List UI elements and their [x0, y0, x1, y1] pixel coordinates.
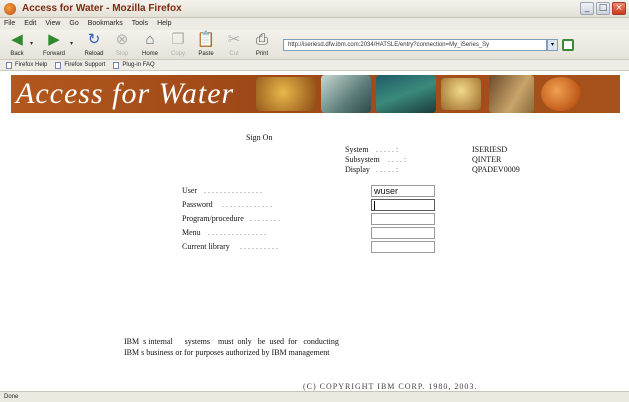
page-icon — [55, 61, 62, 69]
system-leader: . . . . . : — [376, 145, 399, 154]
program-label: Program/procedure — [182, 214, 244, 223]
password-label: Password — [182, 200, 213, 209]
bookmark-firefox-help[interactable]: Firefox Help — [6, 60, 47, 70]
banner-photo-stones — [256, 77, 316, 111]
stop-icon: ⊗ — [115, 31, 129, 48]
home-button[interactable]: ⌂ Home — [135, 31, 165, 58]
maximize-button[interactable]: □ — [596, 2, 610, 15]
forward-arrow-icon: ▶ — [48, 31, 60, 48]
forward-dropdown-icon[interactable]: ▾ — [70, 40, 73, 47]
system-value: ISERIESD — [472, 145, 508, 154]
stop-button[interactable]: ⊗ Stop — [107, 31, 137, 58]
window-title-bar: Access for Water - Mozilla Firefox _ □ × — [0, 0, 629, 18]
copy-button[interactable]: ❐ Copy — [163, 31, 193, 58]
menu-go[interactable]: Go — [69, 18, 78, 30]
navigation-toolbar: ◀ Back ▾ ▶ Forward ▾ ↻ Reload ⊗ Stop ⌂ H… — [0, 30, 629, 60]
close-button[interactable]: × — [612, 2, 626, 15]
status-bar: Done — [0, 391, 629, 402]
minimize-button[interactable]: _ — [580, 2, 594, 15]
text-cursor — [374, 201, 375, 210]
print-button[interactable]: ⎙ Print — [247, 31, 277, 58]
menu-view[interactable]: View — [45, 18, 60, 30]
signon-heading: Sign On — [246, 133, 273, 142]
print-icon: ⎙ — [255, 31, 268, 48]
library-input[interactable] — [371, 241, 435, 253]
subsystem-value: QINTER — [472, 155, 502, 164]
menu-label: Menu — [182, 228, 201, 237]
window-controls: _ □ × — [580, 2, 626, 15]
go-button[interactable] — [562, 39, 574, 51]
display-value: QPADEV0009 — [472, 165, 520, 174]
page-icon — [113, 61, 120, 69]
cut-icon: ✂ — [227, 31, 241, 48]
reload-icon: ↻ — [87, 31, 101, 48]
banner-photo-shells — [441, 78, 481, 110]
page-icon — [6, 61, 12, 69]
menu-file[interactable]: File — [4, 18, 15, 30]
menu-edit[interactable]: Edit — [24, 18, 36, 30]
notice-line-1: IBM s internal systems must only be used… — [124, 337, 339, 346]
menu-bar: File Edit View Go Bookmarks Tools Help — [0, 18, 629, 30]
bookmark-firefox-support[interactable]: Firefox Support — [55, 60, 105, 70]
copyright-text: (C) COPYRIGHT IBM CORP. 1980, 2003. — [303, 382, 478, 391]
banner-photo-wood — [489, 75, 534, 113]
paste-icon: 📋 — [196, 31, 216, 48]
menu-bookmarks[interactable]: Bookmarks — [88, 18, 123, 30]
program-input[interactable] — [371, 213, 435, 225]
copy-icon: ❐ — [171, 31, 185, 48]
subsystem-leader: . . . . : — [388, 155, 407, 164]
home-icon: ⌂ — [145, 31, 155, 48]
url-input[interactable]: http://iseriesd.dfw.ibm.com:2034/HATSLE/… — [283, 39, 547, 51]
user-leader: . . . . . . . . . . . . . . . — [204, 186, 262, 195]
menu-input[interactable] — [371, 227, 435, 239]
program-leader: . . . . . . . . — [250, 214, 280, 223]
user-label: User — [182, 186, 198, 195]
bookmark-plugin-faq[interactable]: Plug-in FAQ — [113, 60, 155, 70]
menu-tools[interactable]: Tools — [132, 18, 148, 30]
user-input[interactable]: wuser — [371, 185, 435, 197]
header-banner: Access for Water — [11, 75, 620, 113]
library-label: Current library — [182, 242, 230, 251]
banner-title: Access for Water — [16, 77, 235, 110]
banner-photo-sky — [321, 75, 371, 113]
back-button[interactable]: ◀ Back — [2, 31, 32, 58]
bookmarks-toolbar: Firefox Help Firefox Support Plug-in FAQ — [0, 60, 629, 71]
display-leader: . . . . . : — [376, 165, 399, 174]
banner-photo-ball — [541, 77, 581, 111]
firefox-icon — [4, 3, 16, 15]
back-dropdown-icon[interactable]: ▾ — [30, 40, 33, 47]
notice-line-2: IBM s business or for purposes authorize… — [124, 348, 330, 357]
url-dropdown-icon[interactable]: ▾ — [547, 39, 558, 51]
forward-button[interactable]: ▶ Forward — [39, 31, 69, 58]
window-title: Access for Water - Mozilla Firefox — [22, 3, 182, 14]
status-text: Done — [4, 394, 19, 400]
back-arrow-icon: ◀ — [11, 31, 23, 48]
system-label: System — [345, 145, 369, 154]
subsystem-label: Subsystem — [345, 155, 380, 164]
display-label: Display — [345, 165, 370, 174]
menu-help[interactable]: Help — [157, 18, 171, 30]
password-leader: . . . . . . . . . . . . . — [222, 200, 272, 209]
reload-button[interactable]: ↻ Reload — [79, 31, 109, 58]
library-leader: . . . . . . . . . . — [240, 242, 278, 251]
menu-leader: . . . . . . . . . . . . . . . — [208, 228, 266, 237]
password-input[interactable] — [371, 199, 435, 211]
cut-button[interactable]: ✂ Cut — [219, 31, 249, 58]
paste-button[interactable]: 📋 Paste — [191, 31, 221, 58]
page-content: Access for Water Sign On System . . . . … — [0, 71, 629, 391]
banner-photo-water — [376, 75, 436, 113]
